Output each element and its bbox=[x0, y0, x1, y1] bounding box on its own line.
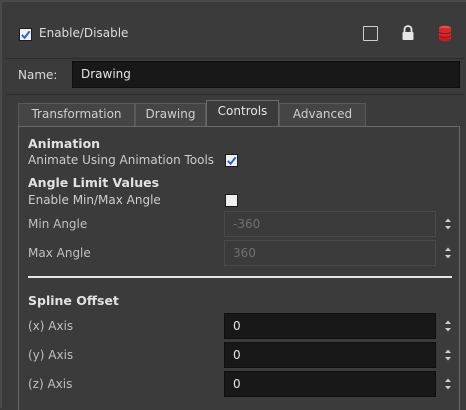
checkmark-icon bbox=[21, 30, 31, 40]
controls-panel: Animation Animate Using Animation Tools … bbox=[18, 126, 460, 410]
angle-section-title: Angle Limit Values bbox=[28, 175, 160, 190]
name-input[interactable]: Drawing bbox=[72, 61, 460, 88]
spinner-arrows-icon[interactable] bbox=[444, 319, 452, 333]
max-angle-field[interactable]: 360 bbox=[224, 240, 436, 266]
animation-section-title: Animation bbox=[28, 136, 101, 151]
spinner-arrows-icon[interactable] bbox=[444, 217, 452, 231]
y-axis-label: (y) Axis bbox=[28, 348, 74, 362]
z-axis-field[interactable]: 0 bbox=[224, 371, 436, 397]
enable-minmax-checkbox[interactable] bbox=[225, 194, 238, 207]
min-angle-label: Min Angle bbox=[28, 217, 88, 231]
section-divider bbox=[28, 276, 452, 278]
spinner-arrows-icon[interactable] bbox=[444, 246, 452, 260]
z-axis-label: (z) Axis bbox=[28, 377, 73, 391]
checkmark-icon bbox=[227, 156, 237, 166]
tab-advanced[interactable]: Advanced bbox=[279, 103, 366, 126]
animate-tools-checkbox[interactable] bbox=[225, 154, 238, 167]
x-axis-field[interactable]: 0 bbox=[224, 313, 436, 339]
header-bar: Enable/Disable bbox=[8, 14, 460, 54]
database-icon[interactable] bbox=[438, 25, 452, 42]
name-label: Name: bbox=[18, 68, 58, 82]
lock-icon[interactable] bbox=[401, 25, 415, 41]
tab-controls[interactable]: Controls bbox=[206, 100, 279, 127]
animate-tools-label: Animate Using Animation Tools bbox=[28, 153, 215, 167]
tab-transformation[interactable]: Transformation bbox=[18, 103, 135, 126]
enable-label: Enable/Disable bbox=[39, 26, 129, 40]
x-axis-label: (x) Axis bbox=[28, 319, 74, 333]
spinner-arrows-icon[interactable] bbox=[444, 348, 452, 362]
square-outline-icon[interactable] bbox=[363, 26, 378, 41]
tab-drawing[interactable]: Drawing bbox=[135, 103, 206, 126]
divider bbox=[6, 94, 464, 95]
divider bbox=[6, 58, 464, 59]
y-axis-field[interactable]: 0 bbox=[224, 342, 436, 368]
layer-properties-panel: Enable/Disable Name: Drawing Transformat… bbox=[0, 0, 466, 410]
enable-minmax-label: Enable Min/Max Angle bbox=[28, 193, 161, 207]
spinner-arrows-icon[interactable] bbox=[444, 377, 452, 391]
enable-checkbox[interactable] bbox=[19, 28, 32, 41]
min-angle-field[interactable]: -360 bbox=[224, 211, 436, 237]
max-angle-label: Max Angle bbox=[28, 246, 91, 260]
spline-section-title: Spline Offset bbox=[28, 293, 119, 308]
